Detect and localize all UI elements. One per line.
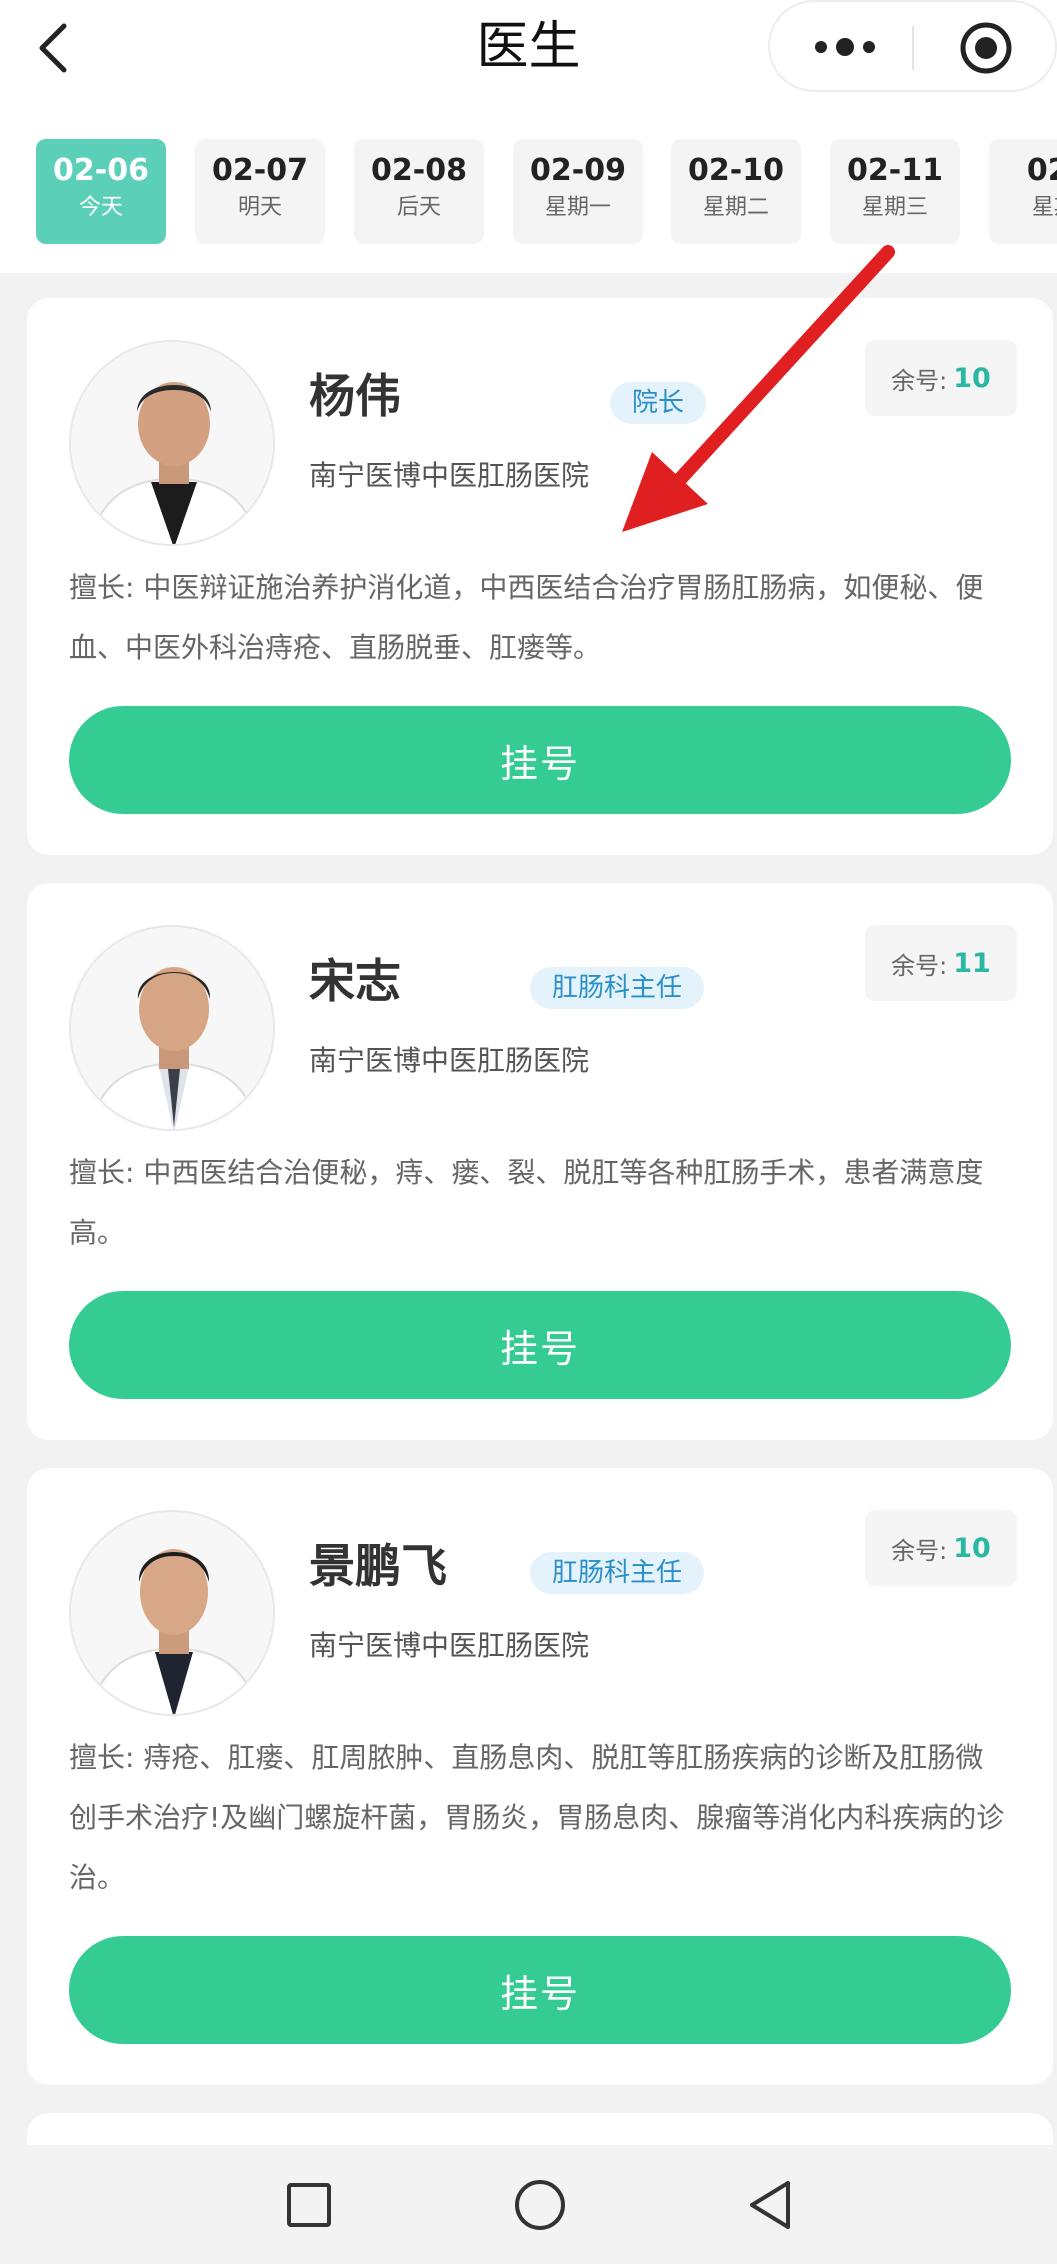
date-tab-3[interactable]: 02-09 星期一 (513, 139, 643, 244)
date-tab-0[interactable]: 02-06 今天 (36, 139, 166, 244)
doctor-avatar (69, 340, 275, 546)
doctor-title-badge: 肛肠科主任 (530, 967, 705, 1009)
date-tab-date: 02-07 (212, 153, 308, 188)
date-tab-2[interactable]: 02-08 后天 (354, 139, 484, 244)
doctor-card: 宋志 肛肠科主任 南宁医博中医肛肠医院 余号: 11 擅长: 中西医结合治便秘，… (27, 883, 1053, 1440)
triangle-back-icon (750, 2181, 790, 2229)
doctor-avatar (69, 1510, 275, 1716)
doctor-title-badge: 肛肠科主任 (530, 1552, 705, 1594)
remaining-slots-count: 10 (953, 362, 991, 394)
date-tab-1[interactable]: 02-07 明天 (195, 139, 325, 244)
date-tab-label: 今天 (78, 195, 123, 220)
doctor-specialty: 擅长: 中西医结合治便秘，痔、瘘、裂、脱肛等各种肛肠手术，患者满意度高。 (69, 1156, 984, 1249)
top-nav-bar: 医生 (0, 0, 1057, 95)
close-miniprogram-button[interactable] (958, 20, 1014, 76)
date-tab-date: 02-11 (847, 153, 943, 188)
doctor-title-badge: 院长 (610, 382, 707, 424)
register-button[interactable]: 挂号 (69, 1291, 1011, 1399)
date-tab-label: 明天 (237, 195, 282, 220)
home-button[interactable] (508, 2173, 572, 2237)
doctor-specialty: 擅长: 中医辩证施治养护消化道，中西医结合治疗胃肠肛肠病，如便秘、便血、中医外科… (69, 571, 984, 664)
remaining-slots: 余号: 11 (865, 925, 1017, 1001)
remaining-slots-count: 11 (953, 947, 991, 979)
date-tab-label: 后天 (396, 195, 441, 220)
miniprogram-capsule (768, 0, 1057, 92)
doctor-name: 景鹏飞 (309, 1539, 447, 1593)
circle-icon (515, 2180, 565, 2230)
system-nav-bar (0, 2145, 1057, 2264)
remaining-slots: 余号: 10 (865, 1510, 1017, 1586)
date-tab-4[interactable]: 02-10 星期二 (671, 139, 801, 244)
date-tab-5[interactable]: 02-11 星期三 (830, 139, 960, 244)
doctor-name: 杨伟 (309, 369, 401, 423)
doctor-specialty: 擅长: 痔疮、肛瘘、肛周脓肿、直肠息肉、脱肛等肛肠疾病的诊断及肛肠微创手术治疗!… (69, 1741, 1005, 1894)
register-button[interactable]: 挂号 (69, 1936, 1011, 2044)
square-icon (287, 2183, 331, 2227)
target-circle-icon (960, 22, 1012, 74)
doctor-card: 杨伟 院长 南宁医博中医肛肠医院 余号: 10 擅长: 中医辩证施治养护消化道，… (27, 298, 1053, 855)
remaining-slots-label: 余号: (891, 1536, 948, 1565)
remaining-slots-count: 10 (953, 1532, 991, 1564)
date-tab-label: 星期 (1031, 195, 1057, 220)
date-tab-date: 02-08 (371, 153, 467, 188)
doctor-card: 景鹏飞 肛肠科主任 南宁医博中医肛肠医院 余号: 10 擅长: 痔疮、肛瘘、肛周… (27, 1468, 1053, 2085)
date-tab-label: 星期三 (861, 195, 928, 220)
date-tab-6[interactable]: 02- 星期 (989, 139, 1057, 244)
doctor-hospital: 南宁医博中医肛肠医院 (309, 1629, 590, 1662)
register-button[interactable]: 挂号 (69, 706, 1011, 814)
date-selector: 02-06 今天 02-07 明天 02-08 后天 02-09 星期一 02-… (0, 95, 1057, 273)
date-tab-date: 02- (1026, 153, 1057, 188)
doctor-hospital: 南宁医博中医肛肠医院 (309, 459, 590, 492)
doctor-avatar (69, 925, 275, 1131)
more-dots-icon (815, 38, 875, 56)
remaining-slots-label: 余号: (891, 951, 948, 980)
system-back-button[interactable] (738, 2173, 802, 2237)
capsule-divider (912, 26, 914, 70)
doctor-hospital: 南宁医博中医肛肠医院 (309, 1044, 590, 1077)
recent-apps-button[interactable] (277, 2173, 341, 2237)
date-tab-date: 02-09 (530, 153, 626, 188)
date-tab-label: 星期一 (544, 195, 611, 220)
doctor-name: 宋志 (309, 954, 401, 1008)
date-tab-date: 02-06 (53, 153, 149, 188)
date-tab-date: 02-10 (688, 153, 784, 188)
remaining-slots-label: 余号: (891, 366, 948, 395)
date-tab-label: 星期二 (702, 195, 769, 220)
more-button[interactable] (810, 22, 880, 72)
remaining-slots: 余号: 10 (865, 340, 1017, 416)
